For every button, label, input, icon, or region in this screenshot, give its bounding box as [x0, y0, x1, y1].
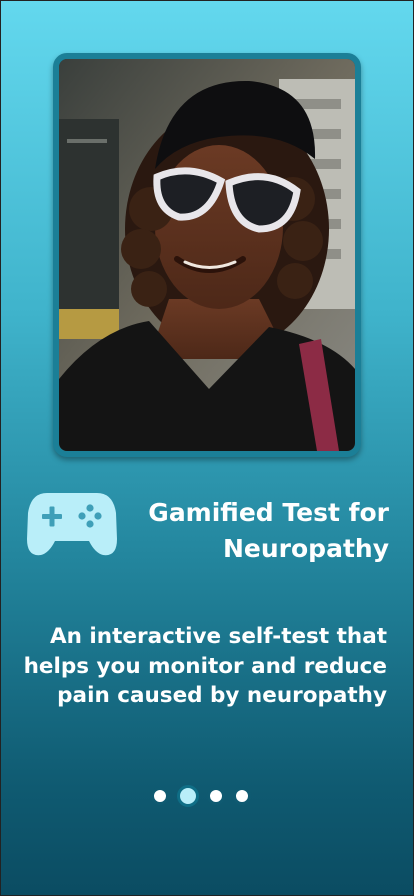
hero-photo: [53, 53, 361, 457]
feature-header: Gamified Test for Neuropathy: [27, 491, 393, 571]
page-dot-3[interactable]: [207, 787, 225, 805]
page-dot-1[interactable]: [151, 787, 169, 805]
gamepad-icon: [27, 493, 117, 556]
feature-title: Gamified Test for Neuropathy: [148, 498, 389, 563]
page-dot-4[interactable]: [233, 787, 251, 805]
feature-description: An interactive self-test that helps you …: [23, 624, 387, 708]
photo-woman-sunglasses-cap: [59, 59, 355, 451]
page-dot-2-active[interactable]: [177, 785, 199, 807]
onboarding-screen: Gamified Test for Neuropathy An interact…: [0, 0, 414, 896]
page-indicator: [151, 783, 267, 809]
